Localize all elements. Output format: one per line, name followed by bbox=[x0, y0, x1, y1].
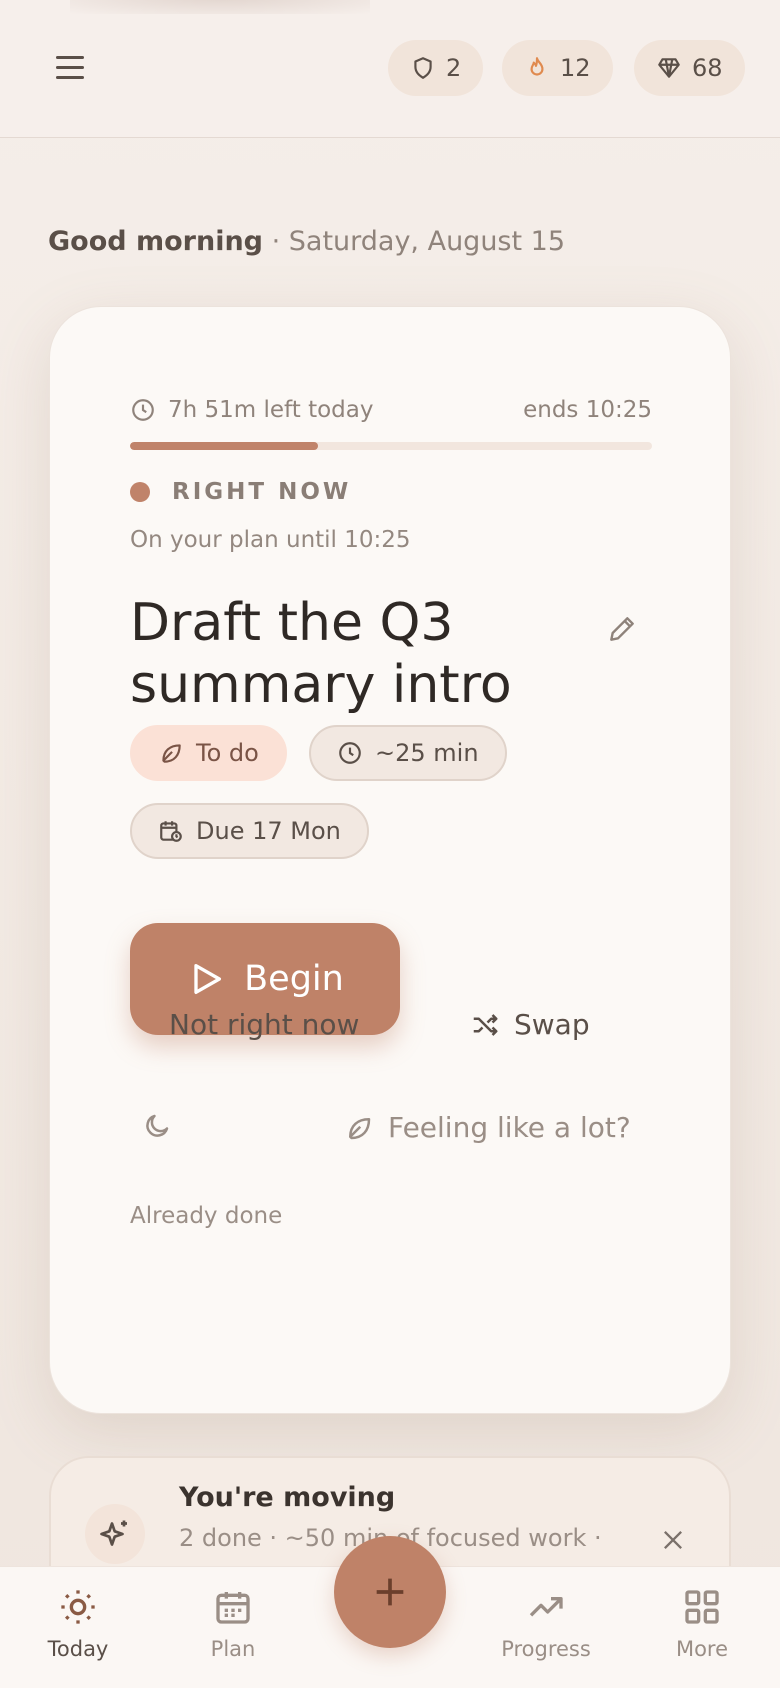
status-chip[interactable]: To do bbox=[130, 725, 287, 781]
nav-plan-label: Plan bbox=[210, 1637, 256, 1661]
calendar-clock-icon bbox=[160, 821, 182, 842]
time-left: 7h 51m left today bbox=[168, 397, 374, 423]
greeting-separator: · bbox=[263, 226, 289, 257]
end-time: ends 10:25 bbox=[523, 397, 652, 423]
shield-stat-pill[interactable]: 2 bbox=[388, 40, 484, 96]
clock-icon bbox=[339, 742, 361, 764]
begin-label: Begin bbox=[244, 959, 344, 999]
leaf-icon bbox=[349, 1117, 371, 1139]
due-date-chip[interactable]: Due 17 Mon bbox=[130, 803, 369, 859]
estimate-chip[interactable]: ~25 min bbox=[309, 725, 507, 781]
nav-today[interactable]: Today bbox=[23, 1587, 133, 1661]
nav-more[interactable]: More bbox=[647, 1587, 757, 1661]
gem-count: 68 bbox=[692, 54, 723, 82]
current-date: Saturday, August 15 bbox=[288, 226, 566, 257]
feeling-overwhelmed-button[interactable]: Feeling like a lot? bbox=[344, 1111, 631, 1144]
top-bar: 2 12 68 bbox=[0, 0, 780, 138]
leaf-icon bbox=[162, 744, 181, 763]
play-icon bbox=[194, 964, 222, 994]
sparkles-badge bbox=[85, 1504, 145, 1564]
due-chip-label: Due 17 Mon bbox=[196, 817, 341, 845]
rest-button[interactable] bbox=[142, 1111, 172, 1141]
status-label: RIGHT NOW bbox=[172, 479, 352, 505]
swap-button[interactable]: Swap bbox=[470, 1008, 590, 1041]
nav-plan[interactable]: Plan bbox=[178, 1587, 288, 1661]
plus-icon bbox=[376, 1578, 404, 1606]
already-done-link[interactable]: Already done bbox=[130, 1203, 282, 1229]
summary-title: You're moving bbox=[179, 1482, 396, 1513]
status-indicator: RIGHT NOW bbox=[130, 479, 351, 505]
top-glow-decoration bbox=[70, 0, 370, 14]
plan-note: On your plan until 10:25 bbox=[130, 527, 411, 553]
grid-icon bbox=[685, 1590, 719, 1624]
status-dot bbox=[130, 482, 150, 502]
estimate-chip-label: ~25 min bbox=[375, 739, 479, 767]
nav-progress[interactable]: Progress bbox=[491, 1587, 601, 1661]
shuffle-icon bbox=[473, 1013, 498, 1036]
moon-icon bbox=[146, 1114, 169, 1137]
trending-up-icon bbox=[529, 1597, 563, 1617]
greeting-line: Good morning · Saturday, August 15 bbox=[48, 226, 565, 257]
feeling-overwhelmed-label: Feeling like a lot? bbox=[388, 1111, 631, 1144]
gem-icon bbox=[658, 58, 680, 78]
shield-count: 2 bbox=[446, 54, 462, 82]
menu-button[interactable] bbox=[52, 52, 88, 84]
nav-progress-label: Progress bbox=[501, 1637, 591, 1661]
streak-stat-pill[interactable]: 12 bbox=[502, 40, 613, 96]
time-row: 7h 51m left today ends 10:25 bbox=[130, 393, 652, 429]
not-right-now-label: Not right now bbox=[169, 1008, 360, 1041]
greeting-text: Good morning bbox=[48, 226, 264, 257]
sparkles-icon bbox=[100, 1520, 127, 1546]
calendar-icon bbox=[216, 1592, 250, 1624]
day-progress-fill bbox=[130, 442, 318, 450]
status-chip-label: To do bbox=[196, 739, 259, 767]
gems-stat-pill[interactable]: 68 bbox=[634, 40, 745, 96]
nav-today-label: Today bbox=[47, 1637, 109, 1661]
close-icon[interactable] bbox=[659, 1526, 687, 1554]
flame-icon bbox=[530, 57, 544, 76]
nav-more-label: More bbox=[675, 1637, 729, 1661]
pencil-icon bbox=[610, 617, 634, 641]
edit-task-button[interactable] bbox=[606, 613, 638, 645]
clock-icon bbox=[132, 399, 154, 421]
add-task-button[interactable] bbox=[334, 1536, 446, 1648]
task-title: Draft the Q3 summary intro bbox=[130, 593, 512, 715]
day-progress-bar bbox=[130, 442, 652, 450]
shield-icon bbox=[414, 57, 432, 79]
swap-label: Swap bbox=[514, 1008, 590, 1041]
sun-icon bbox=[61, 1590, 95, 1624]
focus-card: 7h 51m left today ends 10:25 RIGHT NOW O… bbox=[49, 306, 731, 1414]
not-right-now-button[interactable]: Not right now bbox=[169, 1008, 359, 1041]
streak-count: 12 bbox=[560, 54, 591, 82]
